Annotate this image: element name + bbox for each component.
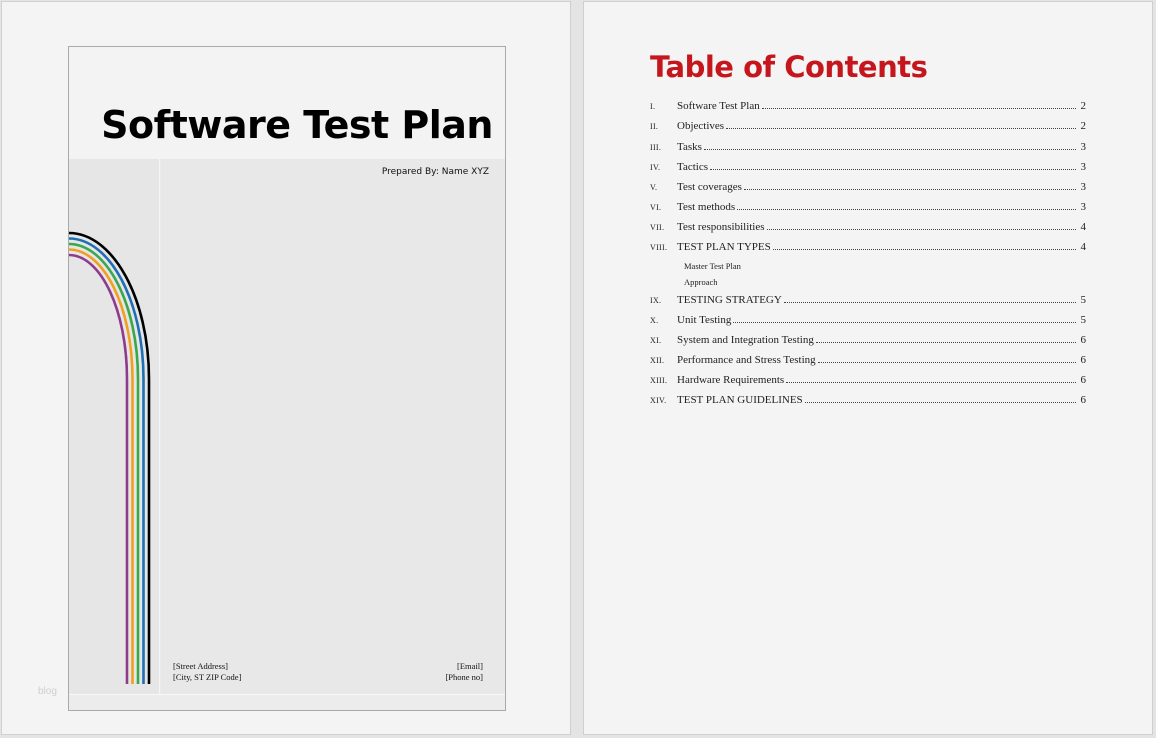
toc-entry-page: 6 [1080,394,1087,406]
toc-entry-page: 6 [1080,334,1087,346]
toc-entry[interactable]: IX. TESTING STRATEGY 5 [650,294,1086,308]
toc-entry-title: Objectives [677,120,725,132]
toc-subentry[interactable]: Approach [684,277,718,287]
stripe-line [69,253,129,684]
toc-entry-number: XIV. [650,396,667,405]
toc-entry-page: 4 [1080,221,1087,233]
toc-entry[interactable]: XII. Performance and Stress Testing 6 [650,354,1086,368]
toc-entry-number: IV. [650,163,661,172]
toc-entry-title: Test methods [677,201,736,213]
toc-entry-page: 5 [1080,314,1087,326]
toc-entry-title: Test responsibilities [677,221,765,233]
toc-leader-dots [766,228,1076,230]
toc-entry-page: 3 [1080,181,1087,193]
toc-entry[interactable]: IV. Tactics 3 [650,161,1086,175]
cover-page: Software Test Plan Prepared By: Name XYZ… [68,46,506,711]
toc-leader-dots [726,127,1076,129]
toc-entry[interactable]: VII. Test responsibilities 4 [650,221,1086,235]
toc-entry-title: TESTING STRATEGY [677,294,782,306]
toc-entry[interactable]: II. Objectives 2 [650,120,1086,134]
toc-entry-page: 6 [1080,354,1087,366]
toc-entry[interactable]: V. Test coverages 3 [650,181,1086,195]
toc-entry-page: 5 [1080,294,1087,306]
toc-entry-title: TEST PLAN GUIDELINES [677,394,803,406]
toc-entry-number: III. [650,143,662,152]
phone: [Phone no] [445,672,483,682]
toc-entry-number: XIII. [650,376,668,385]
toc-entry[interactable]: XIII. Hardware Requirements 6 [650,374,1086,388]
contact-block: [Email] [Phone no] [445,661,483,683]
toc-entry[interactable]: XIV. TEST PLAN GUIDELINES 6 [650,394,1086,408]
toc-entry-page: 2 [1080,120,1087,132]
toc-leader-dots [817,361,1076,363]
email: [Email] [457,661,483,671]
toc-entry-number: X. [650,316,659,325]
toc-entry-page: 6 [1080,374,1087,386]
toc-entry-number: II. [650,122,659,131]
toc-leader-dots [743,188,1076,190]
toc-entry-number: IX. [650,296,662,305]
toc-entry[interactable]: VIII. TEST PLAN TYPES 4 [650,241,1086,255]
cover-title: Software Test Plan [101,103,493,147]
toc-entry-title: Tasks [677,141,702,153]
toc-entry-number: VII. [650,223,665,232]
toc-entry[interactable]: X. Unit Testing 5 [650,314,1086,328]
toc-entry-page: 3 [1080,141,1087,153]
toc-entry-page: 4 [1080,241,1087,253]
toc-entry-title: TEST PLAN TYPES [677,241,771,253]
toc-leader-dots [772,248,1076,250]
toc-entry-number: VIII. [650,243,668,252]
toc-entry-page: 3 [1080,161,1087,173]
toc-entry-number: VI. [650,203,662,212]
toc-entry-page: 2 [1080,100,1087,112]
street-address: [Street Address] [173,661,229,671]
toc-entry-title: Performance and Stress Testing [677,354,816,366]
toc-leader-dots [761,107,1076,109]
toc-entry[interactable]: III. Tasks 3 [650,141,1086,155]
prepared-by: Prepared By: Name XYZ [381,167,489,177]
toc-leader-dots [783,301,1076,303]
toc-leader-dots [733,321,1076,323]
toc-subentry[interactable]: Master Test Plan [684,261,741,271]
toc-entry-page: 3 [1080,201,1087,213]
address-block: [Street Address] [City, ST ZIP Code] [173,661,241,683]
toc-entry-title: Unit Testing [677,314,732,326]
toc-leader-dots [703,148,1076,150]
city-state-zip: [City, ST ZIP Code] [173,672,242,682]
toc-entry-number: I. [650,102,656,111]
toc-entry[interactable]: I. Software Test Plan 2 [650,100,1086,114]
toc-heading: Table of Contents [650,50,928,84]
toc-entry-number: XI. [650,336,662,345]
toc-entry-title: System and Integration Testing [677,334,814,346]
toc-entry-title: Software Test Plan [677,100,760,112]
toc-entry-number: V. [650,183,658,192]
toc-leader-dots [737,208,1076,210]
toc-entry[interactable]: XI. System and Integration Testing 6 [650,334,1086,348]
stripe-line [69,248,134,684]
toc-entry-title: Hardware Requirements [677,374,785,386]
toc-entry-title: Test coverages [677,181,742,193]
toc-leader-dots [710,168,1076,170]
toc-entry-title: Tactics [677,161,708,173]
toc-leader-dots [804,401,1076,403]
toc-leader-dots [815,341,1076,343]
toc-entry-number: XII. [650,356,665,365]
toc-leader-dots [786,381,1076,383]
toc-entry[interactable]: VI. Test methods 3 [650,201,1086,215]
watermark: blog [38,686,57,697]
